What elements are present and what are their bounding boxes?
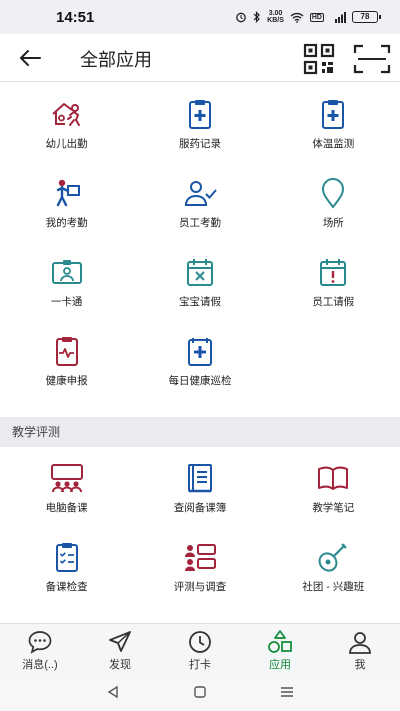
nav-home-button[interactable] (185, 680, 215, 704)
app-label: 查阅备课簿 (173, 502, 227, 514)
app-teaching-notes[interactable]: 教学笔记 (267, 457, 400, 536)
app-partial-1[interactable] (0, 615, 133, 623)
app-baby-leave[interactable]: 宝宝请假 (133, 251, 266, 330)
qr-code-icon (303, 43, 335, 75)
app-label: 教学笔记 (312, 502, 355, 514)
page-header: 全部应用 (0, 34, 400, 82)
app-label: 电脑备课 (45, 502, 88, 514)
app-club-interest[interactable]: 社团 - 兴趣班 (267, 536, 400, 615)
square-home-icon (194, 686, 206, 698)
computer-prep-icon (50, 464, 83, 493)
tab-messages[interactable]: 消息(..) (0, 624, 80, 673)
person-icon (349, 632, 371, 654)
daily-apps-grid: 幼儿出勤 服药记录 体温监测 我的考勤 员工考勤 场所 一卡通 宝宝请假 员工请… (0, 83, 400, 409)
page-title: 全部应用 (80, 50, 152, 70)
tab-apps[interactable]: 应用 (240, 624, 320, 673)
tab-label: 消息(..) (22, 659, 58, 671)
tab-me[interactable]: 我 (320, 624, 400, 673)
app-evaluation-survey[interactable]: 评测与调查 (133, 536, 266, 615)
app-partial-2[interactable] (133, 615, 266, 623)
tab-checkin[interactable]: 打卡 (160, 624, 240, 673)
app-label: 员工考勤 (178, 217, 221, 229)
nav-back-button[interactable] (98, 680, 128, 704)
app-label: 健康申报 (45, 375, 88, 387)
app-location[interactable]: 场所 (267, 172, 400, 251)
tab-label: 发现 (109, 659, 131, 671)
status-bar: 14:51 3.00 KB/S HD 78 (0, 0, 400, 34)
app-label: 备课检查 (45, 581, 88, 593)
club-interest-icon (318, 543, 348, 572)
bluetooth-icon (253, 11, 260, 23)
menu-lines-icon (280, 687, 293, 697)
nav-recents-button[interactable] (272, 680, 302, 704)
back-arrow-icon (20, 50, 41, 66)
app-label: 一卡通 (50, 296, 83, 308)
staff-attendance-icon (184, 181, 217, 206)
status-icons: 3.00 KB/S HD 78 (235, 10, 381, 24)
location-pin-icon (322, 178, 345, 209)
staff-leave-icon (320, 259, 347, 286)
app-label: 服药记录 (178, 138, 221, 150)
status-time: 14:51 (56, 8, 95, 26)
signal-icon (335, 11, 346, 23)
hd-badge: HD (309, 12, 324, 22)
net-speed: 3.00 KB/S (267, 10, 284, 24)
battery-indicator: 78 (352, 11, 381, 23)
app-label: 评测与调查 (173, 581, 227, 593)
app-my-attendance[interactable]: 我的考勤 (0, 172, 133, 251)
tab-label: 打卡 (189, 659, 211, 671)
app-partial-3[interactable] (267, 615, 400, 623)
chat-bubble-icon (28, 631, 52, 654)
app-label: 每日健康巡检 (168, 375, 232, 387)
app-medicine-record[interactable]: 服药记录 (133, 93, 266, 172)
app-label: 场所 (322, 217, 344, 229)
scan-frame-icon (353, 44, 391, 74)
qr-code-button[interactable] (302, 42, 336, 76)
app-staff-leave[interactable]: 员工请假 (267, 251, 400, 330)
section-header-teaching: 教学评测 (0, 417, 400, 447)
back-button[interactable] (16, 44, 44, 72)
app-staff-attendance[interactable]: 员工考勤 (133, 172, 266, 251)
app-label: 幼儿出勤 (45, 138, 88, 150)
app-temperature-monitor[interactable]: 体温监测 (267, 93, 400, 172)
app-computer-prep[interactable]: 电脑备课 (0, 457, 133, 536)
apps-shapes-icon (268, 630, 292, 653)
app-daily-health-check[interactable]: 每日健康巡检 (133, 330, 266, 409)
tab-discover[interactable]: 发现 (80, 624, 160, 673)
prep-check-icon (55, 543, 78, 572)
bottom-tab-bar: 消息(..) 发现 打卡 应用 我 (0, 623, 400, 673)
app-label: 宝宝请假 (178, 296, 221, 308)
clock-icon (189, 631, 211, 653)
id-card-icon (51, 260, 82, 284)
baby-leave-icon (186, 259, 213, 286)
my-attendance-icon (56, 179, 80, 207)
scan-button[interactable] (352, 42, 392, 76)
discover-icon (109, 631, 131, 652)
app-list[interactable]: 幼儿出勤 服药记录 体温监测 我的考勤 员工考勤 场所 一卡通 宝宝请假 员工请… (0, 83, 400, 623)
app-id-card[interactable]: 一卡通 (0, 251, 133, 330)
wifi-icon (290, 12, 304, 23)
app-label: 体温监测 (312, 138, 355, 150)
tab-label: 应用 (269, 659, 291, 671)
app-child-attendance[interactable]: 幼儿出勤 (0, 93, 133, 172)
app-prep-book[interactable]: 查阅备课簿 (133, 457, 266, 536)
alarm-icon (236, 12, 246, 23)
system-nav-bar (0, 673, 400, 711)
child-attendance-icon (51, 103, 80, 126)
prep-book-icon (187, 464, 212, 493)
evaluation-survey-icon (184, 544, 216, 571)
app-prep-check[interactable]: 备课检查 (0, 536, 133, 615)
medicine-record-icon (188, 100, 211, 129)
teaching-apps-grid: 电脑备课 查阅备课簿 教学笔记 备课检查 评测与调查 社团 - 兴趣班 (0, 457, 400, 623)
app-label: 社团 - 兴趣班 (302, 581, 365, 593)
triangle-back-icon (108, 685, 119, 699)
health-report-icon (55, 337, 78, 366)
app-label: 员工请假 (312, 296, 355, 308)
app-health-report[interactable]: 健康申报 (0, 330, 133, 409)
daily-health-check-icon (187, 338, 212, 366)
tab-label: 我 (354, 659, 366, 671)
temperature-monitor-icon (322, 100, 345, 129)
teaching-notes-icon (318, 466, 349, 490)
app-label: 我的考勤 (45, 217, 88, 229)
